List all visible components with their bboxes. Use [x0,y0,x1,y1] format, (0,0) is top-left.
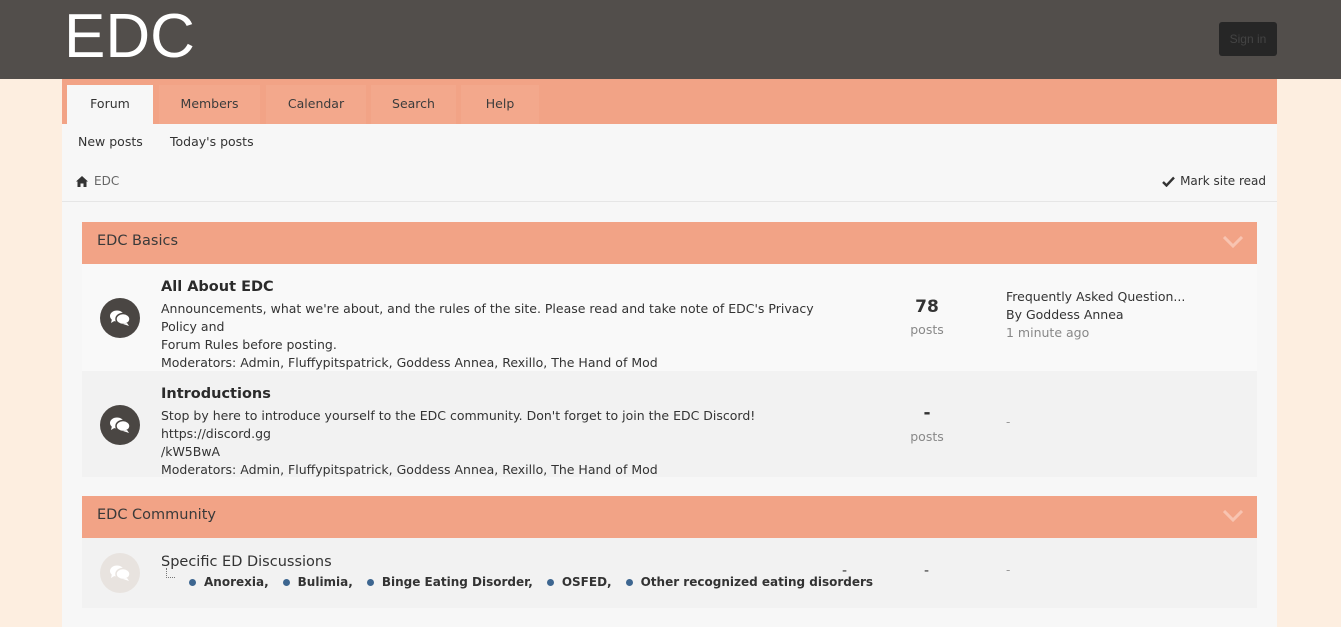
category-title[interactable]: EDC Community [97,507,216,523]
subforum-tree-icon [166,568,175,578]
bullet-icon [366,578,374,586]
forum-description: Announcements, what we're about, and the… [161,300,821,372]
forum-moderators[interactable]: Moderators: Admin, Fluffypitspatrick, Go… [161,461,821,479]
category-title[interactable]: EDC Basics [97,233,178,249]
todays-posts-link[interactable]: Today's posts [170,134,254,149]
site-header: EDC Sign in [0,0,1341,79]
post-count-label: posts [910,429,944,444]
last-post-time: 1 minute ago [1006,325,1090,340]
mark-site-read-label: Mark site read [1180,174,1266,188]
forum-title-link[interactable]: Introductions [161,386,271,402]
sign-in-button[interactable]: Sign in [1219,22,1277,56]
forum-description-line: Announcements, what we're about, and the… [161,301,814,334]
collapse-chevron-icon[interactable] [1223,510,1243,522]
forum-description-line: Stop by here to introduce yourself to th… [161,408,756,441]
post-count: - [923,403,931,423]
divider [62,201,1277,202]
subforum-link[interactable]: Bulimia, [282,575,353,589]
subforum-label: Bulimia, [297,575,353,589]
last-post-empty: - [1006,563,1011,577]
forum-moderators[interactable]: Moderators: Admin, Fluffypitspatrick, Go… [161,354,821,372]
subforum-label: Other recognized eating disorders [640,575,874,589]
forum-description-line: /kW5BwA [161,444,221,459]
subforum-label: Anorexia, [204,575,269,589]
tab-members[interactable]: Members [159,85,260,124]
post-count: 78 [915,297,939,317]
mark-site-read-link[interactable]: Mark site read [1162,174,1266,188]
subforum-label: OSFED, [561,575,612,589]
category-header-edc-community: EDC Community [82,496,1257,538]
forum-description-line: Forum Rules before posting. [161,337,337,352]
breadcrumb: EDC [76,174,119,188]
tab-search[interactable]: Search [371,85,456,124]
bullet-icon [546,578,554,586]
subforum-link[interactable]: Binge Eating Disorder, [366,575,533,589]
category-header-edc-basics: EDC Basics [82,222,1257,264]
forum-chat-icon [100,298,140,338]
forum-title-link[interactable]: Specific ED Discussions [161,554,332,570]
subforum-link[interactable]: Other recognized eating disorders [625,575,874,589]
main-nav: Forum Members Calendar Search Help [62,79,1277,124]
last-post-info: Frequently Asked Question... By Goddess … [1006,288,1185,342]
tab-calendar[interactable]: Calendar [266,85,366,124]
subforum-label: Binge Eating Disorder, [381,575,533,589]
forum-chat-icon [100,553,140,593]
forum-title-link[interactable]: All About EDC [161,279,274,295]
forum-row: Specific ED Discussions Anorexia, Bulimi… [82,538,1257,608]
home-icon[interactable] [76,175,88,187]
forum-row: All About EDC Announcements, what we're … [82,264,1257,371]
subforum-link[interactable]: Anorexia, [189,575,269,589]
post-count-label: posts [910,322,944,337]
tab-forum[interactable]: Forum [67,85,153,124]
post-count: - [924,563,930,579]
site-logo[interactable]: EDC [64,6,195,68]
subforum-link[interactable]: OSFED, [546,575,612,589]
new-posts-link[interactable]: New posts [78,134,143,149]
check-icon [1162,176,1175,187]
forum-chat-icon [100,405,140,445]
breadcrumb-home-link[interactable]: EDC [94,174,119,188]
tab-help[interactable]: Help [461,85,539,124]
forum-container: Forum Members Calendar Search Help New p… [62,79,1277,627]
forum-description: Stop by here to introduce yourself to th… [161,407,821,479]
bullet-icon [189,578,196,586]
last-post-title[interactable]: Frequently Asked Question... [1006,288,1185,306]
collapse-chevron-icon[interactable] [1223,236,1243,248]
thread-count: - [842,563,848,579]
last-post-author[interactable]: By Goddess Annea [1006,306,1185,324]
bullet-icon [625,578,633,586]
bullet-icon [282,578,290,586]
forum-row: Introductions Stop by here to introduce … [82,371,1257,477]
subforum-list: Anorexia, Bulimia, Binge Eating Disorder… [189,575,887,589]
last-post-empty: - [1006,415,1011,429]
